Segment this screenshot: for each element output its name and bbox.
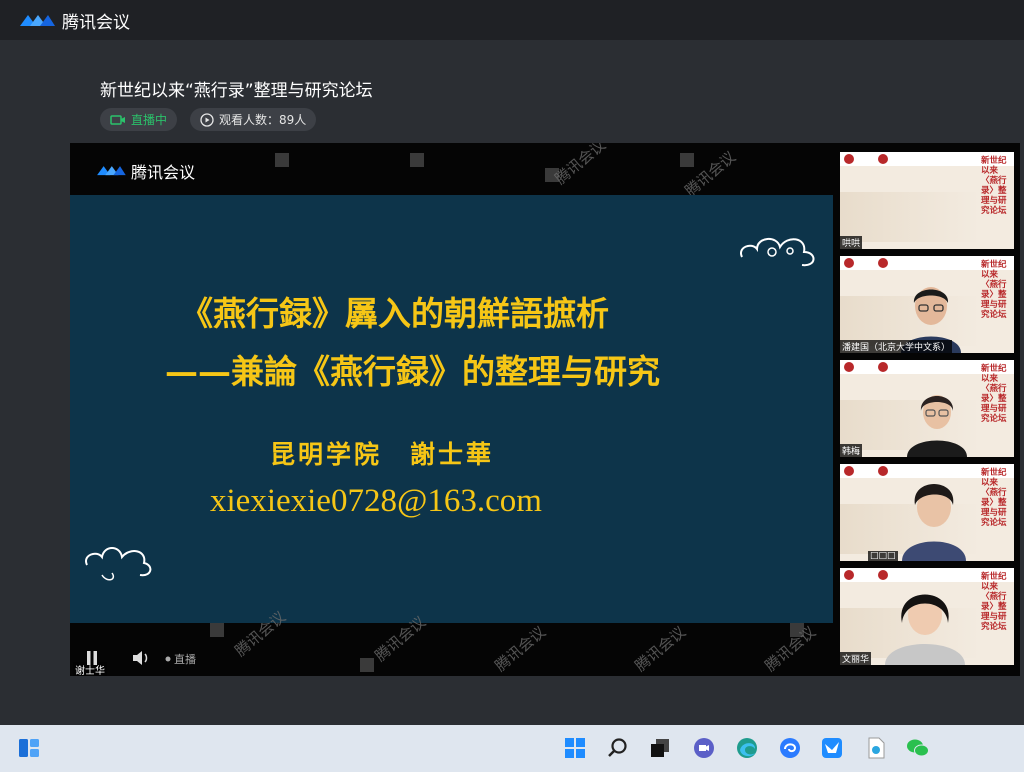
- windows-start-icon[interactable]: [563, 736, 587, 760]
- viewer-count-badge: 观看人数：89人: [190, 108, 317, 131]
- seal-icon: [878, 154, 888, 164]
- slide-title-line2: ——兼論《燕行録》的整理与研究: [165, 352, 660, 391]
- participant-tile[interactable]: 新世纪以来〈燕行录〉整理与研究论坛 韩梅: [840, 360, 1014, 457]
- video-logo: 腾讯会议: [95, 159, 195, 183]
- app-name: 腾讯会议: [62, 13, 130, 33]
- viewer-count-text: 观看人数：89人: [219, 113, 307, 127]
- thumb-slide-title: 新世纪以来〈燕行录〉整理与研究论坛: [981, 468, 1007, 528]
- watermark-block: [410, 153, 424, 167]
- live-indicator-text: 直播: [174, 653, 196, 666]
- slide-title-line1: 《燕行録》羼入的朝鮮語摭析: [180, 294, 609, 333]
- participant-name: 文丽华: [840, 652, 872, 665]
- pause-icon[interactable]: [85, 650, 99, 666]
- seal-icon: [878, 258, 888, 268]
- widgets-icon[interactable]: [17, 736, 41, 760]
- watermark-block: [360, 658, 374, 672]
- windows-taskbar: [0, 725, 1024, 772]
- watermark-block: [210, 623, 224, 637]
- live-status-text: 直播中: [131, 113, 168, 127]
- task-view-icon[interactable]: [648, 736, 672, 760]
- live-dot-icon: [165, 656, 171, 662]
- slide-email: xiexiexie0728@163.com: [210, 483, 542, 519]
- seal-icon: [844, 258, 854, 268]
- meet-icon[interactable]: [692, 736, 716, 760]
- thumb-slide-title: 新世纪以来〈燕行录〉整理与研究论坛: [981, 156, 1007, 216]
- participant-name: 韩梅: [840, 444, 863, 457]
- participant-name: 潘建国（北京大学中文系）: [840, 340, 953, 353]
- tencent-meeting-logo-icon: [97, 166, 126, 176]
- tencent-meeting-logo-icon: [20, 14, 55, 26]
- thumb-slide-title: 新世纪以来〈燕行录〉整理与研究论坛: [981, 260, 1007, 320]
- wechat-icon[interactable]: [906, 736, 930, 760]
- volume-icon[interactable]: [132, 650, 150, 666]
- seal-icon: [844, 570, 854, 580]
- search-icon[interactable]: [606, 736, 630, 760]
- participant-tile[interactable]: 新世纪以来〈燕行录〉整理与研究论坛 潘建国（北京大学中文系）: [840, 256, 1014, 353]
- watermark-text: 腾讯会议: [491, 622, 550, 676]
- thumb-background: [840, 192, 980, 242]
- meeting-title: 新世纪以来“燕行录”整理与研究论坛: [100, 81, 373, 101]
- thumb-slide-title: 新世纪以来〈燕行录〉整理与研究论坛: [981, 364, 1007, 424]
- seal-icon: [844, 362, 854, 372]
- live-status-badge: 直播中: [100, 108, 178, 131]
- watermark-text: 腾讯会议: [551, 143, 610, 189]
- play-circle-icon: [200, 112, 214, 127]
- slide-author: 昆明学院 謝士華: [270, 440, 495, 469]
- participant-avatar: [885, 594, 965, 665]
- seal-icon: [844, 466, 854, 476]
- swirl-app-icon[interactable]: [778, 736, 802, 760]
- document-icon[interactable]: [864, 736, 888, 760]
- video-logo-text: 腾讯会议: [131, 163, 196, 182]
- participant-tile[interactable]: 新世纪以来〈燕行录〉整理与研究论坛 文丽华: [840, 568, 1014, 665]
- thumb-slide-title: 新世纪以来〈燕行录〉整理与研究论坛: [981, 572, 1007, 632]
- cloud-ornament-icon: [740, 238, 815, 267]
- seal-icon: [878, 466, 888, 476]
- watermark-text: 腾讯会议: [631, 622, 690, 676]
- cloud-ornament-icon: [85, 547, 152, 581]
- presentation-slide: 《燕行録》羼入的朝鮮語摭析 ——兼論《燕行録》的整理与研究 昆明学院 謝士華 x…: [70, 195, 833, 676]
- watermark-block: [275, 153, 289, 167]
- participant-avatar: [907, 395, 967, 457]
- camera-icon: [110, 114, 125, 125]
- edge-icon[interactable]: [735, 736, 759, 760]
- app-logo: 腾讯会议: [18, 8, 130, 33]
- app-title-bar: 腾讯会议: [0, 0, 1024, 40]
- participant-name: 哄哄: [840, 236, 863, 249]
- participant-name: □□□: [868, 551, 898, 561]
- seal-icon: [844, 154, 854, 164]
- seal-icon: [878, 362, 888, 372]
- watermark-block: [680, 153, 694, 167]
- participant-tile[interactable]: 新世纪以来〈燕行录〉整理与研究论坛 哄哄: [840, 152, 1014, 249]
- bird-app-icon[interactable]: [820, 736, 844, 760]
- participant-avatar: [902, 484, 966, 561]
- participant-tile[interactable]: 新世纪以来〈燕行录〉整理与研究论坛 □□□: [840, 464, 1014, 561]
